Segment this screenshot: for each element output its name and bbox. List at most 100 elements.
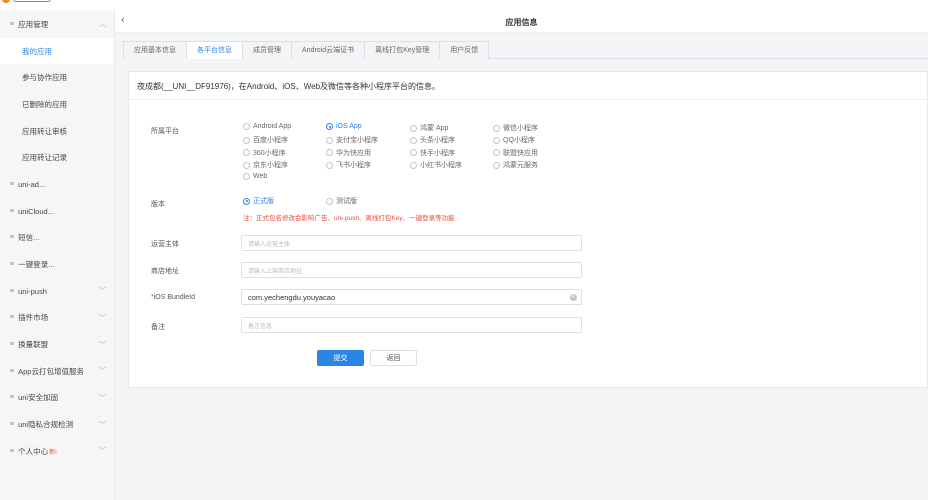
platform-radio[interactable]: 联盟快应用: [493, 148, 538, 158]
platform-radio[interactable]: 华为快应用: [326, 148, 371, 158]
back-button[interactable]: 返回: [370, 350, 417, 366]
radio-circle-icon: [326, 149, 333, 157]
platform-radio[interactable]: 小红书小程序: [410, 160, 462, 170]
platform-radio[interactable]: 鸿蒙元服务: [493, 160, 538, 170]
menu-icon: ≡: [10, 287, 15, 295]
store-url-input[interactable]: 请输入上架商店地址: [241, 262, 582, 278]
sidebar-group-item[interactable]: ≡ uniCloud...: [0, 198, 114, 225]
sidebar-group-item[interactable]: ≡ uni隐私合规检测 ﹀: [0, 411, 114, 438]
chevron-down-icon: ﹀: [99, 314, 106, 322]
app-logo[interactable]: [2, 0, 51, 3]
page-title: 应用信息: [505, 18, 538, 27]
sidebar-subitem[interactable]: 已删除的应用: [0, 91, 114, 118]
radio-circle-icon: [243, 161, 250, 169]
sidebar-item-label: 短信...: [18, 233, 40, 243]
platform-radio[interactable]: 鸿蒙 App: [410, 123, 448, 133]
platform-radio[interactable]: 头条小程序: [410, 135, 455, 145]
clear-icon[interactable]: ✕: [570, 294, 577, 301]
menu-icon: ≡: [10, 20, 15, 28]
page-header: ‹ 应用信息: [115, 11, 928, 33]
tab[interactable]: 各平台信息: [186, 41, 243, 59]
chevron-down-icon: ﹀: [99, 421, 106, 429]
chevron-down-icon: ﹀: [99, 448, 106, 456]
sidebar-group-item[interactable]: ≡ uni-ad...: [0, 171, 114, 198]
radio-label: 微信小程序: [503, 125, 538, 132]
tab[interactable]: 成员管理: [242, 41, 292, 59]
platform-radio[interactable]: 快手小程序: [410, 148, 455, 158]
main-content: 应用基本信息 各平台信息 成员管理 Android云端证书 离线打包Key管理 用户反馈 …: [115, 33, 928, 500]
radio-circle-icon: [410, 149, 417, 157]
platform-radio[interactable]: iOS App: [326, 123, 362, 130]
platform-radio[interactable]: 飞书小程序: [326, 160, 371, 170]
menu-icon: ≡: [10, 447, 15, 455]
platform-radio[interactable]: 百度小程序: [243, 135, 288, 145]
sidebar-group-item[interactable]: ≡ uni-push ﹀: [0, 278, 114, 305]
tab[interactable]: 用户反馈: [439, 41, 490, 59]
radio-circle-icon: [326, 161, 333, 169]
operator-input[interactable]: 请输入运营主体: [241, 235, 582, 251]
sidebar-item-label: 插件市场: [18, 313, 49, 323]
sidebar-group-item[interactable]: ≡ 个人中心 新! ﹀: [0, 438, 114, 465]
menu-icon: ≡: [10, 314, 15, 322]
radio-circle-icon: [243, 172, 250, 180]
sidebar-group-item[interactable]: ≡ 插件市场 ﹀: [0, 305, 114, 332]
platform-info-card: 夜成都(__UNI__DF91976)，在Android、iOS、Web及微信等…: [128, 71, 928, 388]
radio-label: 小红书小程序: [420, 162, 462, 170]
menu-icon: ≡: [10, 394, 15, 402]
radio-label: 华为快应用: [336, 149, 371, 157]
version-radio[interactable]: 正式版: [243, 196, 274, 206]
sidebar-subitem[interactable]: 参与协作应用: [0, 64, 114, 91]
operator-label: 运营主体: [151, 241, 179, 248]
sidebar-subitem[interactable]: 应用转让记录: [0, 144, 114, 171]
tab-bar: 应用基本信息 各平台信息 成员管理 Android云端证书 离线打包Key管理 用户反馈: [123, 41, 928, 59]
sidebar-subitem[interactable]: 应用转让审核: [0, 118, 114, 145]
sidebar-group-item[interactable]: ≡ App云打包增值服务 ﹀: [0, 358, 114, 385]
menu-icon: ≡: [10, 180, 15, 188]
sidebar-group-item[interactable]: ≡ 应用管理 ︿: [0, 11, 114, 38]
platform-radio[interactable]: QQ小程序: [493, 135, 535, 145]
radio-circle-icon: [243, 123, 250, 130]
tab[interactable]: 应用基本信息: [123, 41, 187, 59]
radio-label: 头条小程序: [420, 137, 455, 145]
menu-icon: ≡: [10, 341, 15, 349]
sidebar-group-item[interactable]: ≡ uni安全加固 ﹀: [0, 385, 114, 412]
sidebar-group-item[interactable]: ≡ 换量联盟 ﹀: [0, 331, 114, 358]
radio-circle-icon: [493, 136, 500, 144]
chevron-down-icon: ﹀: [99, 341, 106, 349]
platform-radio[interactable]: 支付宝小程序: [326, 135, 378, 145]
platform-radio[interactable]: Android App: [243, 123, 291, 130]
sidebar-group-item[interactable]: ≡ 短信...: [0, 225, 114, 252]
radio-label: 京东小程序: [253, 162, 288, 170]
remark-input[interactable]: 备注信息: [241, 317, 582, 333]
radio-label: iOS App: [336, 123, 362, 130]
radio-circle-icon: [243, 197, 250, 205]
radio-label: 支付宝小程序: [336, 137, 378, 145]
sidebar-item-label: uni-push: [18, 286, 47, 296]
platform-radio[interactable]: 微信小程序: [493, 123, 538, 133]
sidebar-item-label: App云打包增值服务: [18, 366, 84, 376]
tab[interactable]: 离线打包Key管理: [364, 41, 441, 59]
version-radio[interactable]: 测试版: [326, 196, 357, 206]
platform-radio[interactable]: 京东小程序: [243, 160, 288, 170]
sidebar-item-label: 个人中心: [18, 446, 49, 456]
radio-label: 飞书小程序: [336, 162, 371, 170]
sidebar-item-label: uni安全加固: [18, 393, 59, 403]
sidebar-subitem[interactable]: 我的应用: [0, 37, 114, 65]
radio-label: 百度小程序: [253, 137, 288, 145]
sidebar-item-label: 一键登录...: [18, 260, 55, 270]
sidebar-item-label: 换量联盟: [18, 340, 49, 350]
top-strip: [0, 0, 928, 11]
tab[interactable]: Android云端证书: [291, 41, 366, 59]
platform-radio[interactable]: Web: [243, 172, 267, 180]
bundle-id-input[interactable]: com.yechengdu.youyacao ✕: [241, 289, 582, 305]
sidebar-group-item[interactable]: ≡ 一键登录...: [0, 251, 114, 278]
radio-label: 联盟快应用: [503, 149, 538, 157]
version-label: 版本: [151, 201, 165, 208]
radio-label: 测试版: [336, 198, 357, 205]
radio-label: Android App: [253, 123, 292, 130]
platform-radio[interactable]: 360小程序: [243, 148, 286, 158]
submit-button[interactable]: 提交: [317, 350, 364, 366]
radio-circle-icon: [493, 161, 500, 169]
menu-icon: ≡: [10, 207, 15, 215]
radio-label: 快手小程序: [420, 149, 455, 157]
